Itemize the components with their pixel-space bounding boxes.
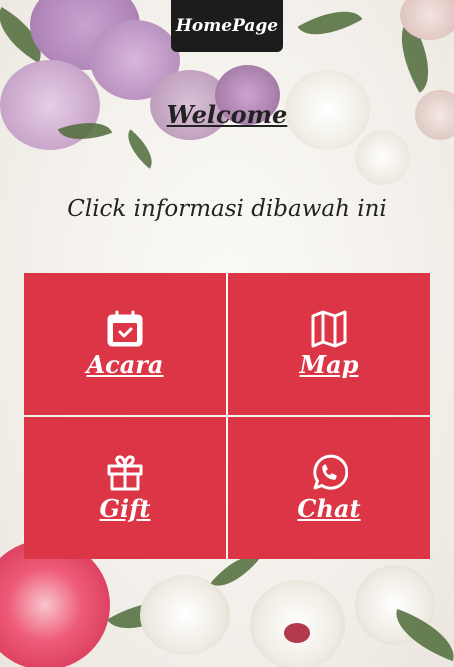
acara-label[interactable]: Acara xyxy=(87,350,164,379)
leaf-decoration xyxy=(118,129,162,169)
instruction-text: Click informasi dibawah ini xyxy=(67,196,387,222)
map-icon xyxy=(311,310,347,347)
white-rose-decoration xyxy=(140,575,230,655)
gift-label[interactable]: Gift xyxy=(99,494,150,523)
calendar-check-icon xyxy=(107,310,143,346)
pink-bud-decoration xyxy=(284,623,310,643)
homepage-button[interactable]: HomePage xyxy=(171,0,283,52)
acara-tile[interactable]: Acara xyxy=(24,273,226,415)
chat-label[interactable]: Chat xyxy=(297,494,360,523)
gift-icon xyxy=(107,454,143,490)
chat-tile[interactable]: Chat xyxy=(228,417,430,559)
red-dahlia-decoration xyxy=(0,540,110,667)
whatsapp-icon xyxy=(313,454,348,490)
menu-grid: Acara Map Gift Chat xyxy=(24,273,430,559)
white-rose-decoration xyxy=(355,130,410,185)
gift-tile[interactable]: Gift xyxy=(24,417,226,559)
welcome-link[interactable]: Welcome xyxy=(0,100,454,129)
map-tile[interactable]: Map xyxy=(228,273,430,415)
map-label[interactable]: Map xyxy=(300,350,359,379)
leaf-decoration xyxy=(297,0,363,50)
